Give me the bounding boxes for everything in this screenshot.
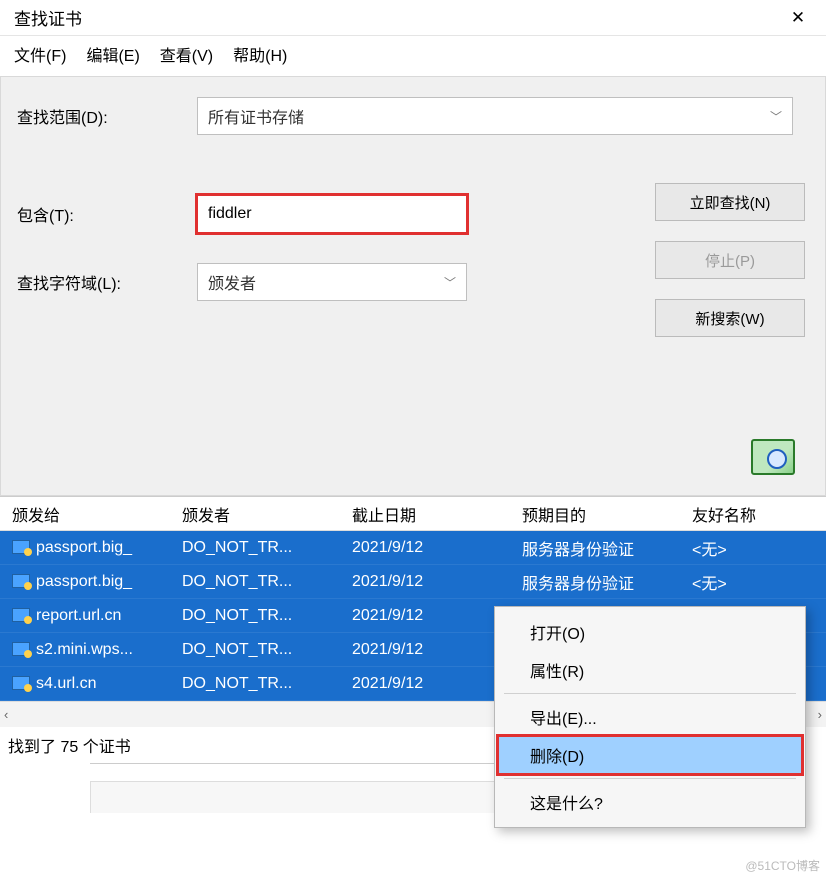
contains-label: 包含(T): [17, 202, 197, 226]
find-now-button[interactable]: 立即查找(N) [655, 183, 805, 221]
certificate-row-icon [12, 574, 30, 588]
contains-value: fiddler [208, 205, 252, 223]
contains-input[interactable]: fiddler [197, 195, 467, 233]
context-menu: 打开(O) 属性(R) 导出(E)... 删除(D) 这是什么? [494, 606, 806, 828]
certificate-row-icon [12, 608, 30, 622]
certificate-icon [751, 439, 795, 475]
field-value: 颁发者 [208, 270, 256, 294]
action-button-group: 立即查找(N) 停止(P) 新搜索(W) [655, 183, 805, 337]
new-search-button[interactable]: 新搜索(W) [655, 299, 805, 337]
search-form: 查找范围(D): 所有证书存储 ﹀ 包含(T): fiddler 查找字符域(L… [0, 76, 826, 496]
table-row[interactable]: passport.big_ DO_NOT_TR... 2021/9/12 服务器… [0, 565, 826, 599]
chevron-down-icon: ﹀ [444, 274, 456, 291]
close-icon[interactable]: ✕ [778, 3, 818, 33]
menu-bar: 文件(F) 编辑(E) 查看(V) 帮助(H) [0, 36, 826, 76]
certificate-row-icon [12, 676, 30, 690]
scroll-left-icon[interactable]: ‹ [4, 707, 8, 722]
menu-separator [504, 693, 796, 694]
column-issued-to[interactable]: 颁发给 [0, 502, 170, 526]
watermark: @51CTO博客 [745, 857, 820, 874]
column-friendly-name[interactable]: 友好名称 [680, 502, 810, 526]
column-purpose[interactable]: 预期目的 [510, 502, 680, 526]
context-properties[interactable]: 属性(R) [498, 651, 802, 689]
results-header: 颁发给 颁发者 截止日期 预期目的 友好名称 [0, 497, 826, 531]
column-issued-by[interactable]: 颁发者 [170, 502, 340, 526]
menu-view[interactable]: 查看(V) [160, 42, 213, 66]
context-delete[interactable]: 删除(D) [498, 736, 802, 774]
window-title: 查找证书 [14, 5, 82, 30]
chevron-down-icon: ﹀ [770, 108, 782, 125]
menu-separator [504, 778, 796, 779]
certificate-row-icon [12, 540, 30, 554]
column-expires[interactable]: 截止日期 [340, 502, 510, 526]
field-select[interactable]: 颁发者 ﹀ [197, 263, 467, 301]
menu-file[interactable]: 文件(F) [14, 42, 66, 66]
scope-select[interactable]: 所有证书存储 ﹀ [197, 97, 793, 135]
scope-value: 所有证书存储 [208, 104, 304, 128]
menu-help[interactable]: 帮助(H) [233, 42, 287, 66]
scope-label: 查找范围(D): [17, 104, 197, 128]
scroll-right-icon[interactable]: › [818, 707, 822, 722]
context-export[interactable]: 导出(E)... [498, 698, 802, 736]
context-whats-this[interactable]: 这是什么? [498, 783, 802, 821]
context-open[interactable]: 打开(O) [498, 613, 802, 651]
menu-edit[interactable]: 编辑(E) [86, 42, 139, 66]
stop-button: 停止(P) [655, 241, 805, 279]
table-row[interactable]: passport.big_ DO_NOT_TR... 2021/9/12 服务器… [0, 531, 826, 565]
title-bar: 查找证书 ✕ [0, 0, 826, 36]
field-label: 查找字符域(L): [17, 270, 197, 294]
certificate-row-icon [12, 642, 30, 656]
